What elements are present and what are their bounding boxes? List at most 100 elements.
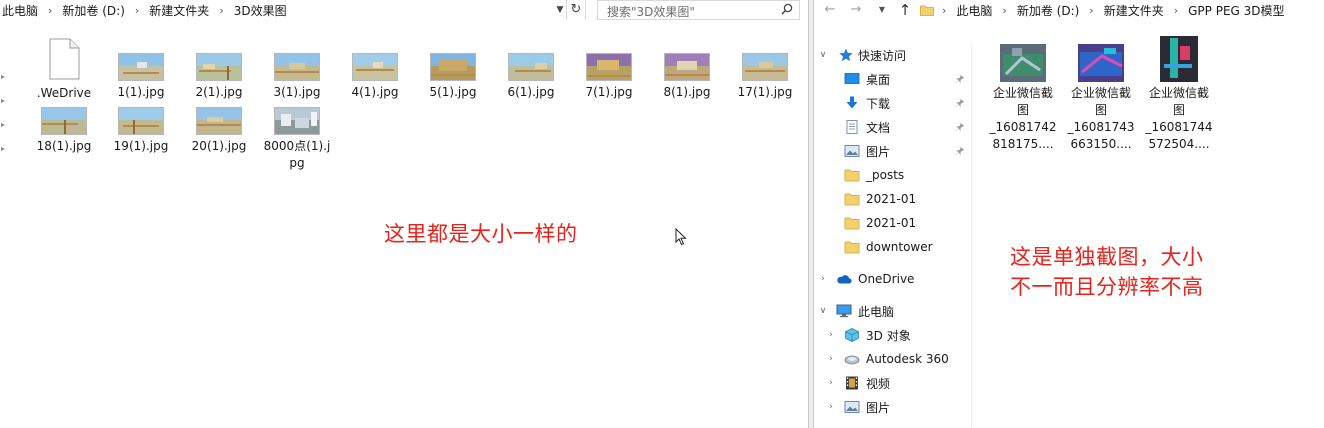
file-name: 1(1).jpg — [117, 85, 165, 99]
navigation-pane: ∨ 快速访问 桌面 下载 文档 图片 _posts 2021-01 2021-0… — [814, 44, 972, 428]
nav-item-folder[interactable]: _posts — [814, 164, 972, 186]
file-item-image[interactable]: 1(1).jpg — [104, 53, 178, 101]
nav-item-folder[interactable]: downtower — [814, 236, 972, 258]
nav-label: 快速访问 — [858, 48, 907, 63]
file-name: 17(1).jpg — [737, 85, 793, 99]
nav-label: 视频 — [866, 376, 891, 391]
right-address-bar[interactable]: › 此电脑 › 新加卷 (D:) › 新建文件夹 › GPP PEG 3D模型 — [920, 0, 1324, 20]
left-explorer-window: 此电脑 › 新加卷 (D:) › 新建文件夹 › 3D效果图 ▼ ↻ 搜索"3D… — [0, 0, 808, 428]
up-arrow-icon[interactable]: ↑ — [897, 1, 913, 19]
chevron-right-icon[interactable]: › — [826, 402, 836, 412]
nav-label: Autodesk 360 — [866, 352, 949, 366]
chevron-right-icon: › — [1002, 3, 1007, 17]
star-icon — [839, 48, 853, 62]
nav-item-3d-objects[interactable]: › 3D 对象 — [814, 324, 972, 346]
breadcrumb-this-pc[interactable]: 此电脑 — [956, 2, 992, 19]
breadcrumb-new-folder[interactable]: 新建文件夹 — [149, 2, 209, 19]
folder-icon — [844, 217, 860, 230]
chevron-right-icon[interactable]: › — [826, 354, 836, 364]
file-item-image[interactable]: 4(1).jpg — [338, 53, 412, 101]
image-thumbnail — [274, 107, 320, 135]
nav-label: OneDrive — [858, 272, 915, 286]
file-item-image[interactable]: 17(1).jpg — [728, 53, 802, 101]
file-name-line: 企业微信截 — [992, 86, 1053, 100]
back-arrow-icon[interactable]: ← — [822, 1, 838, 19]
file-item-screenshot[interactable]: 企业微信截 图 _16081742 818175.... — [985, 44, 1061, 153]
refresh-button[interactable]: ↻ — [566, 0, 586, 20]
pin-icon — [1, 123, 5, 127]
chevron-down-icon[interactable]: ∨ — [818, 306, 828, 316]
address-history-dropdown[interactable]: ▼ — [553, 3, 567, 17]
breadcrumb-drive-d[interactable]: 新加卷 (D:) — [62, 2, 124, 19]
file-item-image[interactable]: 5(1).jpg — [416, 53, 490, 101]
file-item-image[interactable]: 18(1).jpg — [27, 107, 101, 155]
file-item-image[interactable]: 8(1).jpg — [650, 53, 724, 101]
chevron-right-icon: › — [219, 3, 224, 17]
chevron-right-icon: › — [942, 3, 947, 17]
nav-item-folder[interactable]: 2021-01 — [814, 188, 972, 210]
annotation-individual-screenshots: 这是单独截图，大小 不一而且分辨率不高 — [1010, 242, 1250, 302]
image-thumbnail — [196, 107, 242, 135]
chevron-down-icon[interactable]: ∨ — [818, 50, 828, 60]
file-item-image[interactable]: 8000点(1).jpg — [260, 107, 334, 172]
nav-label: 3D 对象 — [866, 328, 911, 343]
file-item-image[interactable]: 6(1).jpg — [494, 53, 568, 101]
left-address-bar[interactable]: 此电脑 › 新加卷 (D:) › 新建文件夹 › 3D效果图 — [2, 0, 287, 20]
nav-item-autodesk-360[interactable]: › Autodesk 360 — [814, 348, 972, 370]
file-item-image[interactable]: 20(1).jpg — [182, 107, 256, 155]
nav-item-pictures[interactable]: 图片 — [814, 140, 972, 162]
file-item-wedrive[interactable]: .WeDrive — [27, 38, 101, 102]
nav-onedrive[interactable]: › OneDrive — [814, 268, 972, 290]
file-item-image[interactable]: 3(1).jpg — [260, 53, 334, 101]
file-name: 2(1).jpg — [195, 85, 243, 99]
nav-label: downtower — [866, 240, 933, 254]
nav-item-videos[interactable]: › 视频 — [814, 372, 972, 394]
nav-item-downloads[interactable]: 下载 — [814, 92, 972, 114]
breadcrumb-this-pc[interactable]: 此电脑 — [2, 2, 38, 19]
image-thumbnail — [508, 53, 554, 81]
image-thumbnail — [41, 107, 87, 135]
file-name-line: _16081744 — [1145, 120, 1213, 134]
nav-item-pictures-pc[interactable]: › 图片 — [814, 396, 972, 418]
breadcrumb-gpp-peg-3d[interactable]: GPP PEG 3D模型 — [1188, 2, 1284, 19]
nav-item-documents[interactable]: 文档 — [814, 116, 972, 138]
folder-icon — [844, 241, 860, 254]
document-icon — [49, 38, 80, 80]
onedrive-cloud-icon — [837, 275, 852, 284]
chevron-right-icon[interactable]: › — [818, 274, 828, 284]
file-name: 6(1).jpg — [507, 85, 555, 99]
pin-icon[interactable] — [956, 123, 964, 131]
search-input[interactable]: 搜索"3D效果图" — [597, 0, 800, 20]
breadcrumb-3d-renderings[interactable]: 3D效果图 — [234, 2, 287, 19]
pin-icon[interactable] — [956, 147, 964, 155]
nav-this-pc[interactable]: ∨ 此电脑 — [814, 300, 972, 322]
pin-icon[interactable] — [956, 75, 964, 83]
breadcrumb-drive-d[interactable]: 新加卷 (D:) — [1017, 2, 1079, 19]
pin-icon — [1, 75, 5, 79]
search-icon — [781, 3, 793, 15]
nav-item-desktop[interactable]: 桌面 — [814, 68, 972, 90]
image-thumbnail — [1078, 44, 1124, 82]
image-thumbnail — [118, 107, 164, 135]
download-arrow-icon — [846, 96, 858, 109]
nav-quick-access[interactable]: ∨ 快速访问 — [814, 44, 972, 66]
nav-label: 此电脑 — [858, 304, 895, 319]
image-thumbnail — [118, 53, 164, 81]
forward-arrow-icon[interactable]: → — [848, 1, 864, 19]
image-thumbnail — [586, 53, 632, 81]
right-explorer-window: ← → ▼ ↑ › 此电脑 › 新加卷 (D:) › 新建文件夹 › GPP P… — [814, 0, 1324, 428]
nav-item-folder[interactable]: 2021-01 — [814, 212, 972, 234]
file-item-image[interactable]: 19(1).jpg — [104, 107, 178, 155]
file-item-image[interactable]: 7(1).jpg — [572, 53, 646, 101]
file-item-image[interactable]: 2(1).jpg — [182, 53, 256, 101]
file-item-screenshot[interactable]: 企业微信截 图 _16081744 572504.... — [1141, 36, 1217, 153]
file-name: 20(1).jpg — [191, 139, 247, 153]
annotation-line: 这是单独截图，大小 — [1010, 245, 1204, 269]
recent-locations-icon[interactable]: ▼ — [876, 1, 888, 19]
chevron-right-icon[interactable]: › — [826, 378, 836, 388]
file-name: 18(1).jpg — [36, 139, 92, 153]
chevron-right-icon[interactable]: › — [826, 330, 836, 340]
breadcrumb-new-folder[interactable]: 新建文件夹 — [1104, 2, 1164, 19]
pin-icon[interactable] — [956, 99, 964, 107]
file-item-screenshot[interactable]: 企业微信截 图 _16081743 663150.... — [1063, 44, 1139, 153]
